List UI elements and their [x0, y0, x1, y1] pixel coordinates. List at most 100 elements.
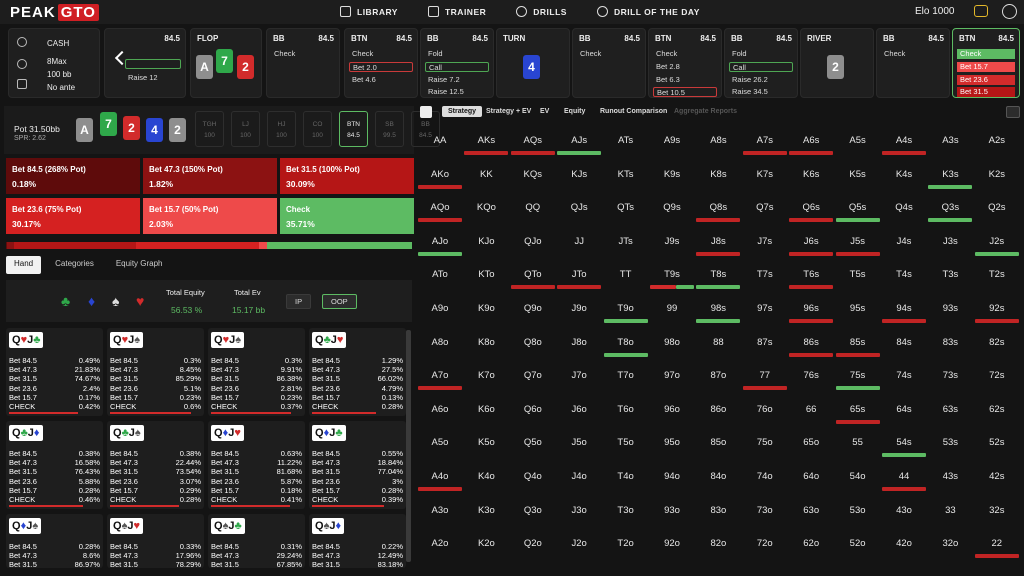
hand-cell[interactable]: T6o — [604, 397, 648, 423]
combo-card[interactable]: Q ♥ J ♠ Bet 84.5 0.3% Bet 47.3 9.91% Bet 31.5 86.… — [208, 328, 305, 416]
hand-cell[interactable]: 86s — [789, 330, 834, 357]
combo-card[interactable]: Q ♦ J ♠ Bet 84.5 0.28% Bet 47.3 8.6% Bet 31.5 86.… — [6, 514, 103, 569]
hand-cell[interactable]: 76s — [789, 363, 833, 389]
hand-cell[interactable]: QTs — [604, 195, 648, 221]
hand-cell[interactable]: AJo — [418, 229, 462, 256]
node-action[interactable]: Call — [729, 62, 793, 72]
heart-filter-icon[interactable]: ♥ — [136, 293, 144, 309]
combo-card[interactable]: Q ♣ J ♠ Bet 84.5 0.38% Bet 47.3 22.44% Bet 31.5 7… — [107, 421, 204, 509]
combo-card[interactable]: Q ♠ J ♦ Bet 84.5 0.22% Bet 47.3 12.49% Bet 31.5 8… — [309, 514, 406, 569]
hand-cell[interactable]: T5s — [836, 262, 880, 288]
seat-sb[interactable]: SB 99.5 — [375, 111, 404, 147]
hand-cell[interactable]: K3s — [928, 162, 973, 189]
nav-item[interactable]: LIBRARY — [340, 6, 398, 17]
hand-cell[interactable]: KK — [464, 162, 508, 188]
nav-item[interactable]: TRAINER — [427, 6, 486, 17]
hand-cell[interactable]: Q7s — [743, 195, 787, 221]
hand-cell[interactable]: 63o — [789, 498, 833, 524]
tab-equity[interactable]: Equity — [564, 108, 585, 115]
hand-cell[interactable]: Q8s — [696, 195, 741, 223]
hand-cell[interactable]: A5o — [418, 430, 462, 456]
hand-cell[interactable]: Q6o — [511, 397, 555, 423]
hand-cell[interactable]: K2s — [975, 162, 1019, 188]
combo-card[interactable]: Q ♣ J ♥ Bet 84.5 1.29% Bet 47.3 27.5% Bet 31.5 66… — [309, 328, 406, 416]
hand-cell[interactable]: K9o — [464, 296, 508, 322]
tab-aggregate-reports[interactable]: Aggregate Reports — [674, 108, 737, 115]
hand-cell[interactable]: 62o — [789, 531, 833, 557]
hand-cell[interactable]: TT — [604, 262, 648, 288]
hand-cell[interactable]: ATo — [418, 262, 462, 288]
hand-cell[interactable]: A8o — [418, 330, 462, 356]
hand-cell[interactable]: QQ — [511, 195, 555, 221]
club-filter-icon[interactable]: ♣ — [61, 293, 70, 309]
hand-cell[interactable]: 52o — [836, 531, 880, 557]
hand-cell[interactable]: 87s — [743, 330, 787, 356]
tab-equity-graph[interactable]: Equity Graph — [108, 256, 171, 274]
combo-card[interactable]: Q ♠ J ♥ Bet 84.5 0.33% Bet 47.3 17.96% Bet 31.5 7… — [107, 514, 204, 569]
hand-cell[interactable]: 53s — [928, 430, 972, 456]
hand-cell[interactable]: T2s — [975, 262, 1019, 288]
hand-cell[interactable]: Q3s — [928, 195, 973, 223]
hand-cell[interactable]: KJo — [464, 229, 508, 255]
node-bb-1[interactable]: BB 84.5 Check — [266, 28, 340, 98]
hand-cell[interactable]: 72o — [743, 531, 787, 557]
gear-icon[interactable] — [17, 37, 27, 47]
node-action[interactable]: Bet 2.0 — [349, 62, 413, 72]
hand-cell[interactable]: 65s — [835, 397, 880, 424]
hand-cell[interactable]: 73s — [928, 363, 972, 389]
combo-card[interactable]: Q ♦ J ♥ Bet 84.5 0.63% Bet 47.3 11.22% Bet 31.5 8… — [208, 421, 305, 509]
seat-hj[interactable]: HJ 100 — [267, 111, 296, 147]
hand-cell[interactable]: A7o — [418, 363, 462, 391]
hand-cell[interactable]: 43s — [928, 464, 972, 490]
ip-toggle[interactable]: IP — [286, 294, 312, 309]
hand-cell[interactable]: T5o — [604, 430, 648, 456]
turn-node[interactable]: TURN 4 — [496, 28, 570, 98]
hand-cell[interactable]: KTo — [464, 262, 508, 288]
hand-cell[interactable]: QJs — [557, 195, 601, 221]
hand-cell[interactable]: A2s — [975, 128, 1019, 154]
hand-cell[interactable]: 92o — [650, 531, 694, 557]
hand-cell[interactable]: J7o — [557, 363, 601, 389]
hand-cell[interactable]: K6o — [464, 397, 508, 423]
hand-cell[interactable]: 43o — [882, 498, 926, 524]
hand-cell[interactable]: A9o — [418, 296, 462, 322]
hand-cell[interactable]: A7s — [742, 128, 787, 155]
hand-cell[interactable]: 86o — [696, 397, 740, 423]
hand-cell[interactable]: J5o — [557, 430, 601, 456]
action-summary[interactable]: Check 35.71% — [280, 198, 414, 234]
node-action[interactable]: Check — [653, 49, 717, 59]
hand-cell[interactable]: KJs — [557, 162, 601, 188]
hand-cell[interactable]: 98s — [696, 296, 741, 323]
node-action[interactable]: Check — [271, 49, 335, 59]
oop-toggle[interactable]: OOP — [322, 294, 357, 309]
hand-cell[interactable]: KQo — [464, 195, 508, 221]
hand-cell[interactable]: AA — [418, 128, 462, 154]
hand-cell[interactable]: 94s — [882, 296, 926, 323]
hand-cell[interactable]: AKo — [418, 162, 462, 189]
user-icon[interactable] — [1002, 4, 1017, 19]
node-action[interactable]: Bet 6.3 — [653, 75, 717, 85]
node-action[interactable]: Bet 23.6 — [957, 75, 1015, 85]
gamepad-icon[interactable] — [1006, 106, 1020, 118]
hand-cell[interactable]: K4s — [882, 162, 926, 188]
hand-cell[interactable]: K8s — [696, 162, 740, 188]
tab-hand[interactable]: Hand — [6, 256, 42, 274]
hand-cell[interactable]: T9o — [603, 296, 648, 323]
node-action[interactable]: Bet 2.8 — [653, 62, 717, 72]
hand-cell[interactable]: 99 — [650, 296, 694, 322]
hand-cell[interactable]: 62s — [975, 397, 1019, 423]
hand-cell[interactable]: J9s — [650, 229, 694, 255]
hand-cell[interactable]: 83s — [928, 330, 972, 356]
hand-cell[interactable]: T6s — [789, 262, 834, 290]
hand-cell[interactable]: AJs — [557, 128, 602, 155]
hand-cell[interactable]: J2o — [557, 531, 601, 557]
node-action[interactable]: Bet 10.5 — [653, 87, 717, 97]
node-action[interactable]: Bet 31.5 — [957, 87, 1015, 97]
combo-card[interactable]: Q ♥ J ♠ Bet 84.5 0.3% Bet 47.3 8.45% Bet 31.5 85.… — [107, 328, 204, 416]
river-node[interactable]: RIVER 2 — [800, 28, 874, 98]
seat-lj[interactable]: LJ 100 — [231, 111, 260, 147]
hand-cell[interactable]: Q5o — [511, 430, 555, 456]
hand-cell[interactable]: 87o — [696, 363, 740, 389]
hand-cell[interactable]: 96o — [650, 397, 694, 423]
hand-cell[interactable]: J3o — [557, 498, 601, 524]
